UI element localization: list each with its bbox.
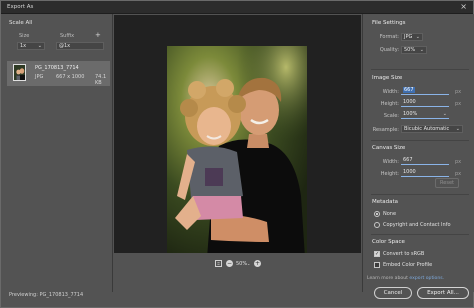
canvas-width-input[interactable]: 667	[401, 157, 449, 165]
divider	[371, 69, 469, 70]
previewing-status: Previewing: PG_170813_7714	[9, 292, 84, 298]
suffix-value: @1x	[59, 43, 71, 49]
zoom-level[interactable]: 50%	[236, 261, 247, 267]
chevron-down-icon: ⌄	[455, 126, 460, 132]
divider	[371, 234, 469, 235]
size-label: Size	[19, 33, 30, 39]
size-dropdown[interactable]: 1x ⌄	[17, 42, 45, 50]
image-height-unit: px	[455, 101, 462, 107]
image-height-input[interactable]: 1000	[401, 99, 449, 107]
learn-more-prefix: Learn more about	[367, 276, 410, 281]
image-height-value: 1000	[403, 99, 416, 105]
asset-name: PG_170813_7714	[35, 65, 79, 71]
canvas-height-unit: px	[455, 171, 462, 177]
scale-value: 100%	[403, 111, 418, 117]
add-scale-icon[interactable]: +	[95, 31, 101, 39]
crop-icon[interactable]: ⌗	[215, 260, 222, 267]
asset-list-item[interactable]: PG_170813_7714 JPG 667 x 1000 74.1 KB	[7, 61, 110, 86]
canvas-size-heading: Canvas Size	[372, 145, 406, 151]
learn-more-text: Learn more about export options.	[367, 276, 444, 281]
resample-value: Bicubic Automatic	[404, 126, 450, 132]
asset-thumbnail	[13, 64, 26, 81]
canvas-width-unit: px	[455, 159, 462, 165]
image-width-input[interactable]: 667	[401, 87, 449, 95]
scale-dropdown[interactable]: 100% ⌄	[401, 111, 449, 119]
format-label: Format:	[379, 34, 399, 40]
metadata-copyright-label: Copyright and Contact Info	[383, 222, 451, 228]
zoom-in-icon[interactable]: +	[254, 260, 261, 267]
asset-filesize: 74.1 KB	[95, 74, 107, 86]
settings-panel: File Settings Format: JPG ⌄ Quality: 50%…	[362, 14, 474, 292]
zoom-toolbar: ⌗ − 50% ⌄ +	[114, 253, 361, 292]
reset-button[interactable]: Reset	[435, 178, 459, 188]
scale-label: Scale:	[383, 113, 399, 119]
file-settings-heading: File Settings	[372, 20, 406, 26]
canvas-height-input[interactable]: 1000	[401, 169, 449, 177]
dialog-title: Export As	[7, 4, 34, 10]
image-width-label: Width:	[382, 89, 399, 95]
preview-canvas	[114, 15, 361, 258]
export-as-dialog: Export As × Scale All Size Suffix + 1x ⌄…	[0, 0, 474, 308]
embed-profile-label: Embed Color Profile	[383, 262, 433, 268]
export-all-button[interactable]: Export All...	[417, 287, 469, 299]
quality-value: 50%	[404, 47, 416, 53]
export-options-link[interactable]: export options.	[409, 276, 444, 281]
chevron-down-icon: ⌄	[415, 34, 420, 40]
divider	[371, 140, 469, 141]
resample-dropdown[interactable]: Bicubic Automatic ⌄	[401, 125, 463, 133]
image-width-value: 667	[403, 87, 415, 93]
metadata-heading: Metadata	[372, 199, 399, 205]
assets-panel: Scale All Size Suffix + 1x ⌄ @1x PG_1708…	[1, 14, 113, 292]
title-bar: Export As ×	[1, 1, 473, 14]
scale-all-heading: Scale All	[9, 20, 33, 26]
canvas-width-label: Width:	[382, 159, 399, 165]
image-size-heading: Image Size	[372, 75, 403, 81]
image-height-label: Height:	[380, 101, 399, 107]
resample-label: Resample:	[372, 127, 399, 133]
asset-format: JPG	[35, 74, 44, 80]
size-value: 1x	[20, 43, 27, 49]
format-dropdown[interactable]: JPG ⌄	[401, 33, 423, 41]
chevron-down-icon: ⌄	[37, 43, 42, 49]
preview-image	[167, 46, 307, 258]
divider	[371, 194, 469, 195]
canvas-height-label: Height:	[380, 171, 399, 177]
asset-dimensions: 667 x 1000	[56, 74, 85, 80]
metadata-copyright-radio[interactable]	[374, 222, 380, 228]
quality-dropdown[interactable]: 50% ⌄	[401, 46, 427, 54]
close-icon[interactable]: ×	[460, 2, 467, 12]
convert-srgb-label: Convert to sRGB	[383, 251, 425, 257]
canvas-height-value: 1000	[403, 169, 416, 175]
image-width-unit: px	[455, 89, 462, 95]
embed-profile-checkbox[interactable]	[374, 262, 380, 268]
suffix-label: Suffix	[60, 33, 75, 39]
color-space-heading: Color Space	[372, 239, 405, 245]
quality-label: Quality:	[379, 47, 399, 53]
chevron-down-icon: ⌄	[442, 111, 447, 117]
zoom-out-icon[interactable]: −	[226, 260, 233, 267]
metadata-none-label: None	[383, 211, 397, 217]
chevron-down-icon: ⌄	[419, 47, 424, 53]
metadata-none-radio[interactable]	[374, 211, 380, 217]
canvas-width-value: 667	[403, 157, 413, 163]
chevron-down-icon[interactable]: ⌄	[247, 261, 250, 266]
suffix-input[interactable]: @1x	[56, 42, 104, 50]
cancel-button[interactable]: Cancel	[374, 287, 412, 299]
format-value: JPG	[404, 34, 413, 40]
convert-srgb-checkbox[interactable]: ✓	[374, 251, 380, 257]
